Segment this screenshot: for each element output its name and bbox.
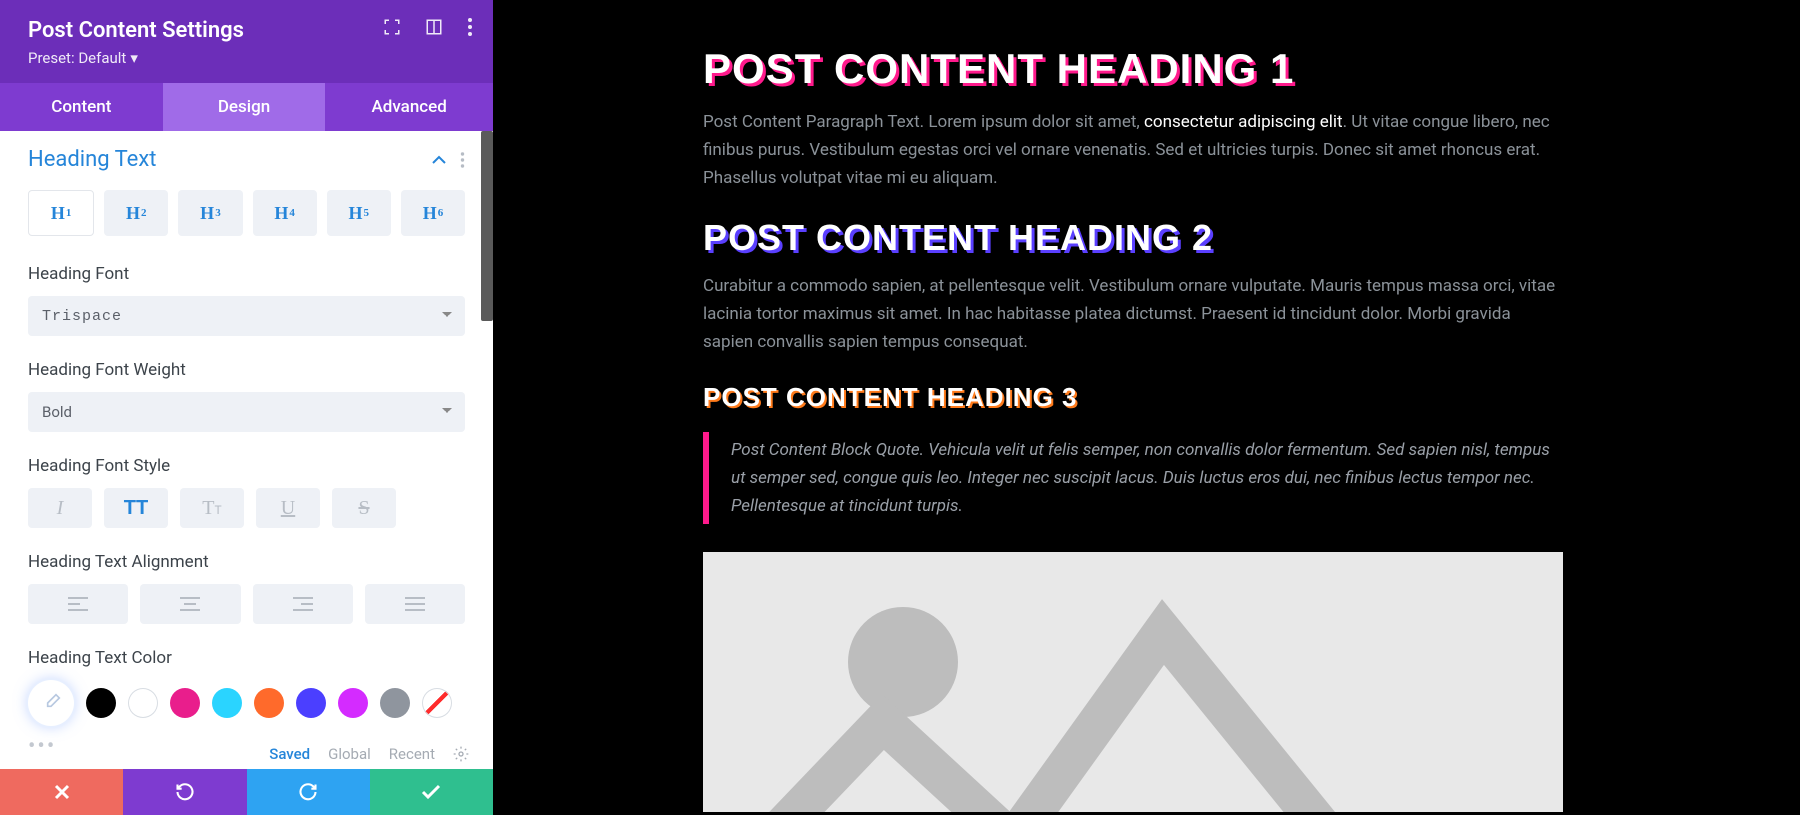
preview-canvas: POST CONTENT HEADING 1 Post Content Para… (493, 0, 1800, 815)
heading-weight-select[interactable]: Bold (28, 392, 465, 432)
panel-body: Heading Text H1 H2 H3 H4 H5 H6 Heading F… (0, 131, 493, 769)
expand-panel-icon[interactable] (425, 18, 443, 36)
section-more-icon[interactable] (460, 152, 465, 168)
preview-heading-2: POST CONTENT HEADING 2 (703, 220, 1700, 256)
tab-advanced[interactable]: Advanced (325, 83, 493, 131)
preview-heading-3: POST CONTENT HEADING 3 (703, 384, 1700, 410)
heading-color-label: Heading Text Color (28, 648, 465, 668)
undo-button[interactable] (123, 769, 246, 815)
panel-header: Post Content Settings Preset: Default ▾ (0, 0, 493, 83)
color-swatch-black[interactable] (86, 688, 116, 718)
preview-paragraph-2: Curabitur a commodo sapien, at pellentes… (703, 272, 1563, 356)
heading-level-h6[interactable]: H6 (401, 190, 465, 236)
color-swatch-none[interactable] (422, 688, 452, 718)
color-picker-eyedropper[interactable] (28, 680, 74, 726)
tab-design[interactable]: Design (163, 83, 326, 131)
color-swatch-white[interactable] (128, 688, 158, 718)
redo-button[interactable] (247, 769, 370, 815)
heading-level-row: H1 H2 H3 H4 H5 H6 (28, 190, 465, 236)
heading-level-h4[interactable]: H4 (253, 190, 317, 236)
align-left-button[interactable] (28, 584, 128, 624)
heading-font-label: Heading Font (28, 264, 465, 284)
preview-heading-1: POST CONTENT HEADING 1 (703, 48, 1700, 90)
cancel-button[interactable] (0, 769, 123, 815)
save-button[interactable] (370, 769, 493, 815)
collapse-icon[interactable] (432, 155, 446, 165)
more-menu-icon[interactable] (467, 18, 473, 36)
align-center-button[interactable] (140, 584, 240, 624)
align-justify-button[interactable] (365, 584, 465, 624)
color-settings-icon[interactable] (453, 746, 469, 762)
color-swatch-pink[interactable] (170, 688, 200, 718)
heading-style-label: Heading Font Style (28, 456, 465, 476)
heading-level-h1[interactable]: H1 (28, 190, 94, 236)
panel-footer (0, 769, 493, 815)
uppercase-button[interactable]: TT (104, 488, 168, 528)
heading-level-h5[interactable]: H5 (327, 190, 391, 236)
scrollbar-thumb[interactable] (481, 131, 493, 321)
preset-dropdown[interactable]: Preset: Default ▾ (28, 49, 138, 67)
heading-align-label: Heading Text Alignment (28, 552, 465, 572)
color-swatch-orange[interactable] (254, 688, 284, 718)
tab-content[interactable]: Content (0, 83, 163, 131)
tab-bar: Content Design Advanced (0, 83, 493, 131)
underline-button[interactable]: U (256, 488, 320, 528)
italic-button[interactable]: I (28, 488, 92, 528)
smallcaps-button[interactable]: TT (180, 488, 244, 528)
color-tab-recent[interactable]: Recent (389, 745, 435, 763)
heading-level-h3[interactable]: H3 (178, 190, 242, 236)
preview-paragraph-1: Post Content Paragraph Text. Lorem ipsum… (703, 108, 1563, 192)
color-swatch-blue[interactable] (296, 688, 326, 718)
color-tab-global[interactable]: Global (328, 745, 371, 763)
color-tab-saved[interactable]: Saved (269, 745, 310, 763)
chevron-down-icon: ▾ (130, 49, 138, 67)
color-tabs: Saved Global Recent (269, 745, 469, 763)
color-swatch-cyan[interactable] (212, 688, 242, 718)
preview-blockquote: Post Content Block Quote. Vehicula velit… (703, 432, 1563, 524)
section-heading-text[interactable]: Heading Text (28, 147, 156, 172)
heading-level-h2[interactable]: H2 (104, 190, 168, 236)
color-swatch-magenta[interactable] (338, 688, 368, 718)
settings-panel: Post Content Settings Preset: Default ▾ … (0, 0, 493, 815)
strikethrough-button[interactable]: S (332, 488, 396, 528)
color-swatch-gray[interactable] (380, 688, 410, 718)
preview-image-placeholder: ••• (703, 552, 1563, 812)
heading-font-select[interactable]: Trispace (28, 296, 465, 336)
align-right-button[interactable] (253, 584, 353, 624)
focus-mode-icon[interactable] (383, 18, 401, 36)
heading-weight-label: Heading Font Weight (28, 360, 465, 380)
preset-label: Preset: Default (28, 49, 126, 67)
